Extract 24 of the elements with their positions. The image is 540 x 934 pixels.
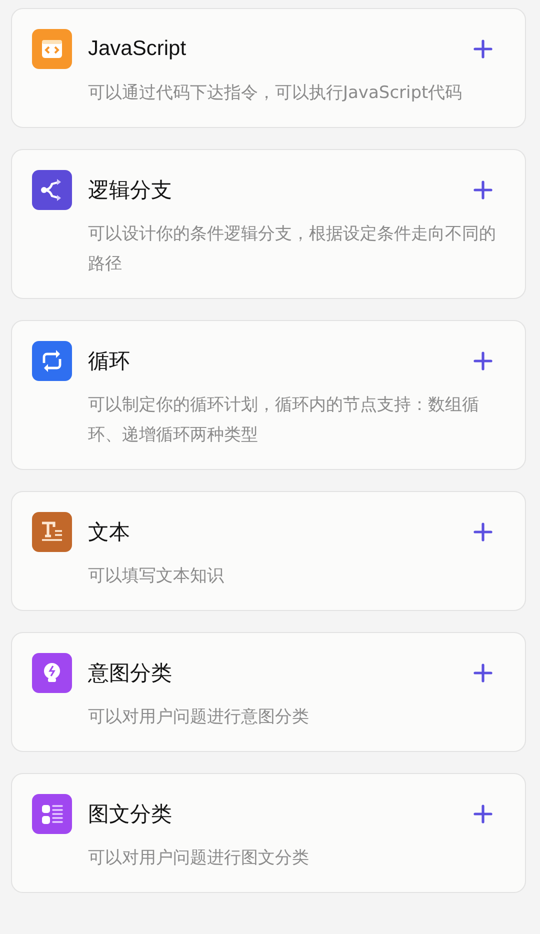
add-icon xyxy=(473,351,493,371)
node-title: 逻辑分支 xyxy=(88,178,173,204)
add-button[interactable] xyxy=(473,39,493,59)
node-title: 意图分类 xyxy=(88,661,173,687)
add-icon xyxy=(473,804,493,824)
node-title: 循环 xyxy=(88,349,131,375)
node-description: 可以设计你的条件逻辑分支，根据设定条件走向不同的路径 xyxy=(88,223,497,276)
node-title: 文本 xyxy=(88,520,131,546)
node-description: 可以对用户问题进行图文分类 xyxy=(88,847,310,870)
add-button[interactable] xyxy=(473,351,493,371)
add-icon xyxy=(473,663,493,683)
node-description: 可以通过代码下达指令，可以执行JavaScript代码 xyxy=(88,82,464,105)
node-title: 图文分类 xyxy=(88,802,173,828)
add-button[interactable] xyxy=(473,804,493,824)
node-description: 可以制定你的循环计划，循环内的节点支持：数组循环、递增循环两种类型 xyxy=(88,394,480,447)
add-icon xyxy=(473,180,493,200)
add-icon xyxy=(473,39,493,59)
node-description: 可以填写文本知识 xyxy=(88,565,225,588)
node-title: JavaScript xyxy=(88,37,188,61)
add-icon xyxy=(473,522,493,542)
add-button[interactable] xyxy=(473,522,493,542)
add-button[interactable] xyxy=(473,180,493,200)
add-button[interactable] xyxy=(473,663,493,683)
node-description: 可以对用户问题进行意图分类 xyxy=(88,706,310,729)
